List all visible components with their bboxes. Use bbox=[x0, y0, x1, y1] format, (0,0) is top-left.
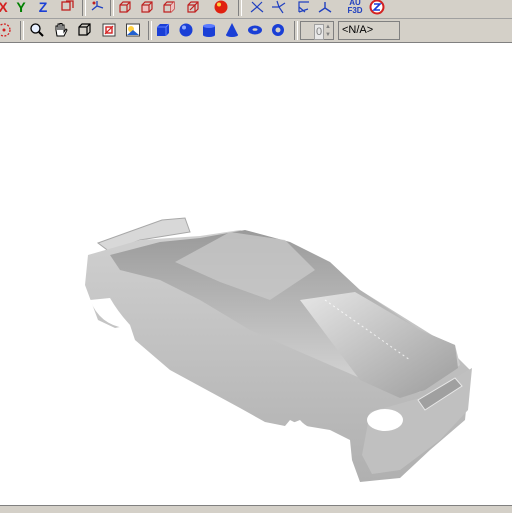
ring-primitive-button[interactable] bbox=[269, 21, 287, 39]
sphere-icon bbox=[179, 23, 193, 37]
select-region-icon bbox=[102, 23, 116, 37]
sphere-primitive-button[interactable] bbox=[177, 21, 195, 39]
zoom-z-button[interactable] bbox=[368, 0, 386, 16]
f3d-label: F3D bbox=[347, 6, 363, 15]
red-sphere-icon bbox=[214, 0, 228, 14]
axis-triad-button[interactable] bbox=[88, 0, 106, 16]
magnifier-icon bbox=[30, 23, 44, 37]
axes-free-icon bbox=[318, 2, 332, 13]
ring-icon bbox=[272, 24, 284, 36]
wire-cube-icon bbox=[78, 23, 91, 36]
cube-front-icon bbox=[119, 1, 131, 13]
shading-button[interactable] bbox=[212, 0, 230, 16]
3d-viewport[interactable] bbox=[0, 43, 512, 505]
axes-star-icon bbox=[272, 0, 286, 14]
render-image-icon bbox=[126, 23, 140, 37]
frame-stepper[interactable]: 0 ▲ ▼ bbox=[300, 21, 334, 40]
toolbar-separator bbox=[110, 0, 114, 16]
box-icon bbox=[157, 23, 170, 36]
axis-y-label: Y bbox=[16, 0, 26, 15]
axis-z-label: Z bbox=[38, 0, 48, 15]
view-select[interactable]: <N/A> bbox=[338, 21, 400, 40]
view-side-button[interactable] bbox=[160, 0, 178, 16]
toolbar-separator bbox=[20, 21, 24, 40]
cylinder-primitive-button[interactable] bbox=[200, 21, 218, 39]
toolbar-separator bbox=[82, 0, 86, 16]
view-iso-button[interactable] bbox=[184, 0, 202, 16]
top-toolbar: X Y Z AU F3D bbox=[0, 0, 512, 19]
axes-tripod-icon bbox=[250, 1, 264, 13]
z-circle-icon bbox=[369, 0, 385, 15]
torus-primitive-button[interactable] bbox=[246, 21, 264, 39]
axis-x-label: X bbox=[0, 0, 8, 15]
rotate-axes-icon bbox=[61, 0, 74, 11]
axes-persp-icon bbox=[298, 1, 309, 13]
au-f3d-button[interactable]: AU F3D bbox=[344, 0, 366, 16]
view-front-button[interactable] bbox=[116, 0, 134, 16]
cylinder-icon bbox=[203, 24, 215, 37]
axis-triad-icon bbox=[91, 1, 104, 11]
axis-z-button[interactable]: Z bbox=[34, 0, 52, 16]
select-region-button[interactable] bbox=[100, 21, 118, 39]
axis-x-button[interactable]: X bbox=[0, 0, 12, 16]
car-body-model bbox=[85, 217, 472, 482]
box-primitive-button[interactable] bbox=[154, 21, 172, 39]
target-button[interactable] bbox=[0, 21, 13, 39]
cone-primitive-button[interactable] bbox=[223, 21, 241, 39]
toolbar-separator bbox=[148, 21, 152, 40]
render-button[interactable] bbox=[124, 21, 142, 39]
stepper-down-arrow-icon[interactable]: ▼ bbox=[323, 31, 333, 39]
axes-free-view-button[interactable] bbox=[316, 0, 334, 16]
axis-y-button[interactable]: Y bbox=[12, 0, 30, 16]
cube-side-icon bbox=[163, 1, 175, 13]
stepper-up-arrow-icon[interactable]: ▲ bbox=[323, 23, 333, 31]
view-back-button[interactable] bbox=[138, 0, 156, 16]
toolbar-separator bbox=[238, 0, 242, 16]
torus-icon bbox=[248, 25, 262, 35]
wireframe-button[interactable] bbox=[76, 21, 94, 39]
rotate-axes-button[interactable] bbox=[58, 0, 76, 16]
bottom-toolbar: 0 ▲ ▼ <N/A> bbox=[0, 19, 512, 43]
axes-y-view-button[interactable] bbox=[270, 0, 288, 16]
target-icon bbox=[0, 23, 11, 37]
cube-iso-icon bbox=[187, 1, 199, 13]
cone-icon bbox=[226, 23, 238, 37]
toolbar-separator bbox=[294, 21, 298, 40]
cube-back-icon bbox=[141, 1, 153, 13]
zoom-button[interactable] bbox=[28, 21, 46, 39]
au-f3d-icon: AU F3D bbox=[347, 0, 362, 15]
hand-icon bbox=[55, 23, 68, 37]
headlight-opening bbox=[367, 409, 403, 431]
pan-button[interactable] bbox=[52, 21, 70, 39]
axes-x-view-button[interactable] bbox=[248, 0, 266, 16]
axes-z-view-button[interactable] bbox=[294, 0, 312, 16]
